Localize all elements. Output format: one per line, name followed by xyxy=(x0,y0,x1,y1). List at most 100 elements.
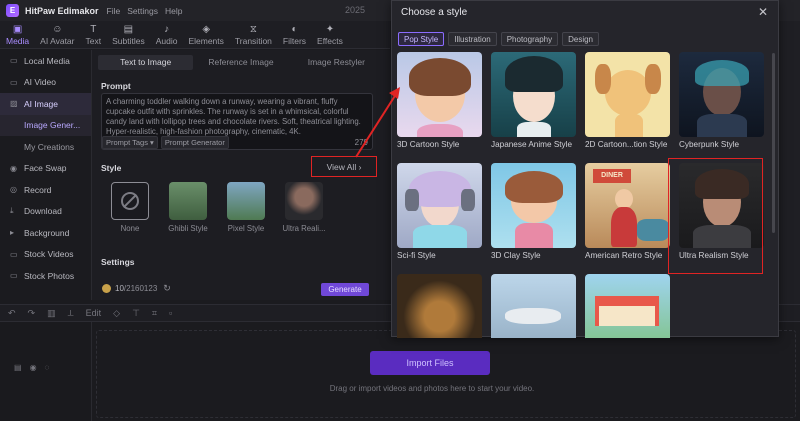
drop-hint-text: Drag or import videos and photos here to… xyxy=(329,384,535,393)
tool-effects[interactable]: ✦ Effects xyxy=(317,24,343,48)
tool-audio[interactable]: ♪ Audio xyxy=(156,24,178,48)
import-files-button[interactable]: Import Files xyxy=(370,351,490,375)
sidebar-item-download[interactable]: ⤓ Download xyxy=(0,201,91,223)
marker-icon[interactable]: ◇ xyxy=(113,308,120,319)
generate-button[interactable]: Generate xyxy=(321,283,369,296)
menu-file[interactable]: File xyxy=(107,6,121,16)
filter-illustration[interactable]: Illustration xyxy=(448,32,497,46)
sidebar-item-face-swap[interactable]: ◉ Face Swap xyxy=(0,158,91,180)
tool-subtitles[interactable]: ▤ Subtitles xyxy=(112,24,145,48)
sidebar-item-image-generator[interactable]: Image Gener... xyxy=(0,114,91,136)
sidebar-item-stock-photos[interactable]: ▭ Stock Photos xyxy=(0,265,91,287)
view-all-button[interactable]: View All › xyxy=(311,156,377,177)
dialog-scrollbar[interactable] xyxy=(772,53,775,233)
effects-icon: ✦ xyxy=(325,24,335,35)
tab-reference-image[interactable]: Reference Image xyxy=(193,55,288,70)
prompt-generator-button[interactable]: Prompt Generator xyxy=(160,136,229,149)
avatar-icon: ☺ xyxy=(52,24,63,35)
style-card-pixel-town[interactable] xyxy=(585,274,670,338)
text-icon: T xyxy=(90,24,97,35)
project-date-text: 2025 xyxy=(345,5,366,15)
app-logo-icon: E xyxy=(6,4,19,17)
credits-value: 10/2160123 xyxy=(115,284,158,293)
sidebar-item-ai-image[interactable]: ▨ AI Image xyxy=(0,93,91,115)
ai-image-panel: Text to Image Reference Image Image Rest… xyxy=(92,50,390,300)
tool-elements[interactable]: ◈ Elements xyxy=(188,24,223,48)
audio-icon: ♪ xyxy=(164,24,170,35)
image-icon: ▨ xyxy=(10,99,18,109)
media-icon: ▣ xyxy=(12,24,23,35)
style-card-futuristic-car[interactable] xyxy=(491,274,576,338)
char-count: 279 xyxy=(354,138,368,147)
2d-cartoon-thumbnail xyxy=(585,52,670,137)
tab-image-restyler[interactable]: Image Restyler xyxy=(289,55,384,70)
pixel-thumbnail xyxy=(227,182,265,220)
diner-sign: DINER xyxy=(593,169,631,183)
tool-transition[interactable]: ⧖ Transition xyxy=(235,24,272,48)
filter-pop-style[interactable]: Pop Style xyxy=(398,32,445,46)
edit-button[interactable]: Edit xyxy=(86,308,102,318)
eye-icon[interactable]: ◉ xyxy=(30,363,37,372)
anime-thumbnail xyxy=(491,52,576,137)
selected-style-highlight xyxy=(668,158,763,274)
prompt-toolbar: Prompt Tags ▾ Prompt Generator 279 xyxy=(102,136,374,149)
mute-icon[interactable]: ◌ xyxy=(45,363,50,372)
split-icon[interactable]: ⟂ xyxy=(68,308,74,319)
sidebar-item-stock-videos[interactable]: ▭ Stock Videos xyxy=(0,244,91,266)
sidebar-item-local-media[interactable]: ▭ Local Media xyxy=(0,50,91,72)
style-option-ghibli[interactable]: Ghibli Style xyxy=(159,182,217,233)
style-card-japanese-anime[interactable]: Japanese Anime Style xyxy=(491,52,576,149)
crop-icon[interactable]: ⌗ xyxy=(152,308,157,319)
sci-fi-thumbnail xyxy=(397,163,482,248)
style-card-3d-clay[interactable]: 3D Clay Style xyxy=(491,163,576,260)
3d-clay-thumbnail xyxy=(491,163,576,248)
undo-icon[interactable]: ↶ xyxy=(8,308,16,319)
style-label: Style xyxy=(101,163,122,173)
3d-cartoon-thumbnail xyxy=(397,52,482,137)
subtitles-icon: ▤ xyxy=(123,24,134,35)
sidebar-item-my-creations[interactable]: My Creations xyxy=(0,136,91,158)
face-swap-icon: ◉ xyxy=(10,163,17,173)
top-toolbar: ▣ Media ☺ AI Avatar T Text ▤ Subtitles ♪ Audi… xyxy=(0,21,390,49)
sidebar-item-background[interactable]: ▸ Background xyxy=(0,222,91,244)
close-icon[interactable]: ✕ xyxy=(758,5,768,19)
style-card-steampunk[interactable] xyxy=(397,274,482,338)
ultra-realism-thumbnail xyxy=(285,182,323,220)
tool-filters[interactable]: ◐ Filters xyxy=(283,24,306,48)
style-option-pixel[interactable]: Pixel Style xyxy=(217,182,275,233)
tool-media[interactable]: ▣ Media xyxy=(6,24,29,48)
sidebar-item-ai-video[interactable]: ▭ AI Video xyxy=(0,72,91,94)
style-option-ultra-realism[interactable]: Ultra Reali... xyxy=(275,182,333,233)
sidebar: ▭ Local Media ▭ AI Video ▨ AI Image Image G… xyxy=(0,50,92,300)
track-header-panel: ▤ ◉ ◌ xyxy=(0,322,92,421)
style-card-sci-fi[interactable]: Sci-fi Style xyxy=(397,163,482,260)
filter-design[interactable]: Design xyxy=(562,32,599,46)
style-card-3d-cartoon[interactable]: 3D Cartoon Style xyxy=(397,52,482,149)
prompt-label: Prompt xyxy=(101,81,131,91)
more-icon[interactable]: ▫ xyxy=(169,308,172,318)
style-card-american-retro[interactable]: DINER American Retro Style xyxy=(585,163,670,260)
style-card-cyberpunk[interactable]: Cyberpunk Style xyxy=(679,52,764,149)
style-option-none[interactable]: None xyxy=(101,182,159,233)
text-tool-icon[interactable]: ⊤ xyxy=(132,308,140,319)
menu-help[interactable]: Help xyxy=(165,6,182,16)
prompt-tags-dropdown[interactable]: Prompt Tags ▾ xyxy=(102,136,158,149)
coin-icon xyxy=(102,284,111,293)
sidebar-item-record[interactable]: ◎ Record xyxy=(0,179,91,201)
lock-icon[interactable]: ▤ xyxy=(14,363,22,372)
choose-style-dialog: Choose a style ✕ Pop Style Illustration … xyxy=(391,0,779,338)
chevron-right-icon: ▸ xyxy=(10,228,15,238)
refresh-icon[interactable]: ↻ xyxy=(163,283,171,294)
settings-label: Settings xyxy=(101,257,135,267)
tool-text[interactable]: T Text xyxy=(86,24,102,48)
menu-settings[interactable]: Settings xyxy=(127,6,158,16)
tab-text-to-image[interactable]: Text to Image xyxy=(98,55,194,70)
tool-ai-avatar[interactable]: ☺ AI Avatar xyxy=(40,24,74,48)
stock-photo-icon: ▭ xyxy=(10,271,18,281)
filters-icon: ◐ xyxy=(291,24,298,35)
redo-icon[interactable]: ↷ xyxy=(28,308,36,319)
style-card-2d-cartoon[interactable]: 2D Cartoon...tion Style xyxy=(585,52,670,149)
filter-photography[interactable]: Photography xyxy=(500,32,559,46)
delete-icon[interactable]: ▥ xyxy=(47,308,56,319)
futuristic-car-thumbnail xyxy=(491,274,576,338)
